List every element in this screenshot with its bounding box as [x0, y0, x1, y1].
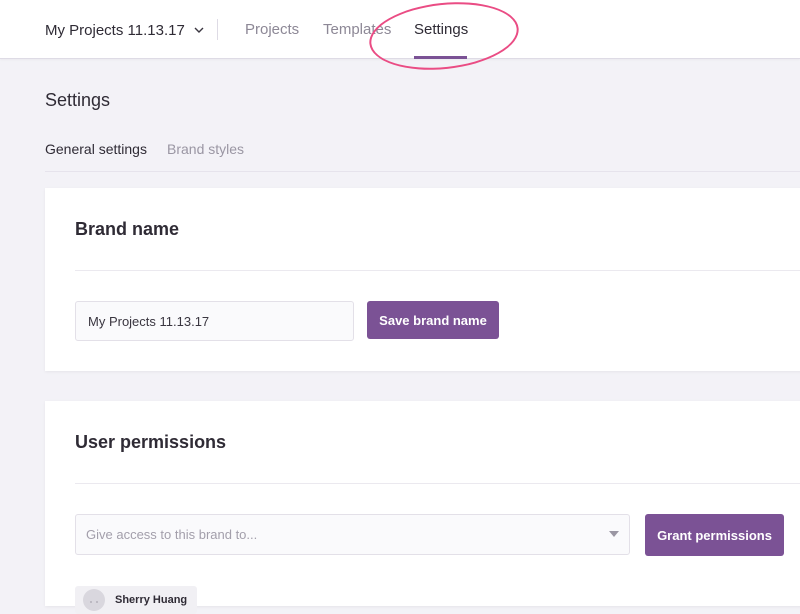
- project-switcher[interactable]: My Projects 11.13.17: [45, 19, 205, 41]
- brand-name-heading: Brand name: [75, 219, 180, 239]
- dropdown-caret-icon: [609, 531, 619, 537]
- brand-name-card: Brand name My Projects 11.13.17 Save bra…: [45, 188, 800, 371]
- user-permissions-card: User permissions Give access to this bra…: [45, 401, 800, 614]
- tab-templates[interactable]: Templates: [323, 19, 391, 41]
- avatar: [83, 589, 105, 611]
- subtabs-divider: [45, 171, 800, 172]
- subtab-general-settings[interactable]: General settings: [45, 140, 147, 158]
- brand-name-input[interactable]: My Projects 11.13.17: [75, 301, 354, 341]
- card-divider: [75, 483, 800, 484]
- page-title: Settings: [45, 90, 111, 110]
- brand-name-input-value: My Projects 11.13.17: [88, 313, 210, 329]
- user-permissions-heading: User permissions: [75, 432, 227, 452]
- give-access-select[interactable]: Give access to this brand to...: [75, 514, 630, 555]
- tab-settings[interactable]: Settings: [414, 19, 468, 41]
- tab-projects[interactable]: Projects: [245, 19, 299, 41]
- card-divider: [75, 270, 800, 271]
- user-avatar-icon: [90, 601, 98, 603]
- subtab-brand-styles[interactable]: Brand styles: [167, 140, 244, 158]
- grant-permissions-button[interactable]: Grant permissions: [645, 514, 784, 556]
- nav-divider: [217, 19, 218, 40]
- active-tab-indicator: [414, 56, 467, 59]
- save-brand-name-button[interactable]: Save brand name: [367, 301, 499, 339]
- project-name: My Projects 11.13.17: [45, 21, 185, 39]
- user-chip[interactable]: Sherry Huang: [75, 586, 197, 614]
- chevron-down-icon: [194, 27, 204, 33]
- user-name: Sherry Huang: [115, 594, 188, 606]
- give-access-placeholder: Give access to this brand to...: [86, 527, 258, 542]
- top-nav-bar: My Projects 11.13.17 Projects Templates …: [0, 0, 800, 59]
